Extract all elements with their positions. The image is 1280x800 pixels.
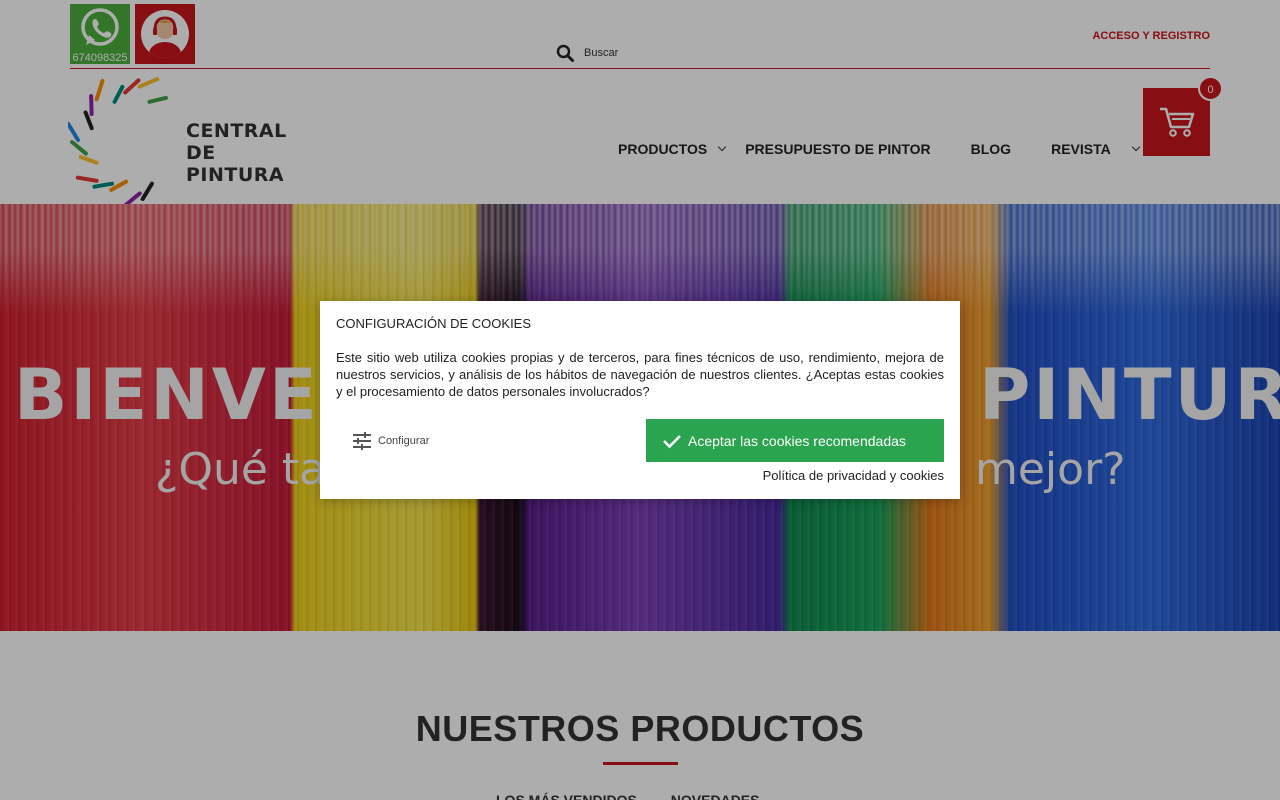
cookie-modal-title: CONFIGURACIÓN DE COOKIES [336,316,532,331]
accept-label[interactable]: Aceptar las cookies recomendadas [688,433,906,449]
settings-sliders-icon [353,432,371,450]
configure-label[interactable]: Configurar [378,435,429,447]
accept-cookies-button[interactable]: Aceptar las cookies recomendadas [646,419,944,462]
check-icon [663,434,681,448]
cookie-modal-text: Este sitio web utiliza cookies propias y… [336,350,944,399]
privacy-policy-link[interactable]: Política de privacidad y cookies [763,468,944,483]
configure-cookies-button[interactable]: Configurar [352,432,429,450]
cookie-modal: CONFIGURACIÓN DE COOKIES Este sitio web … [320,301,960,499]
